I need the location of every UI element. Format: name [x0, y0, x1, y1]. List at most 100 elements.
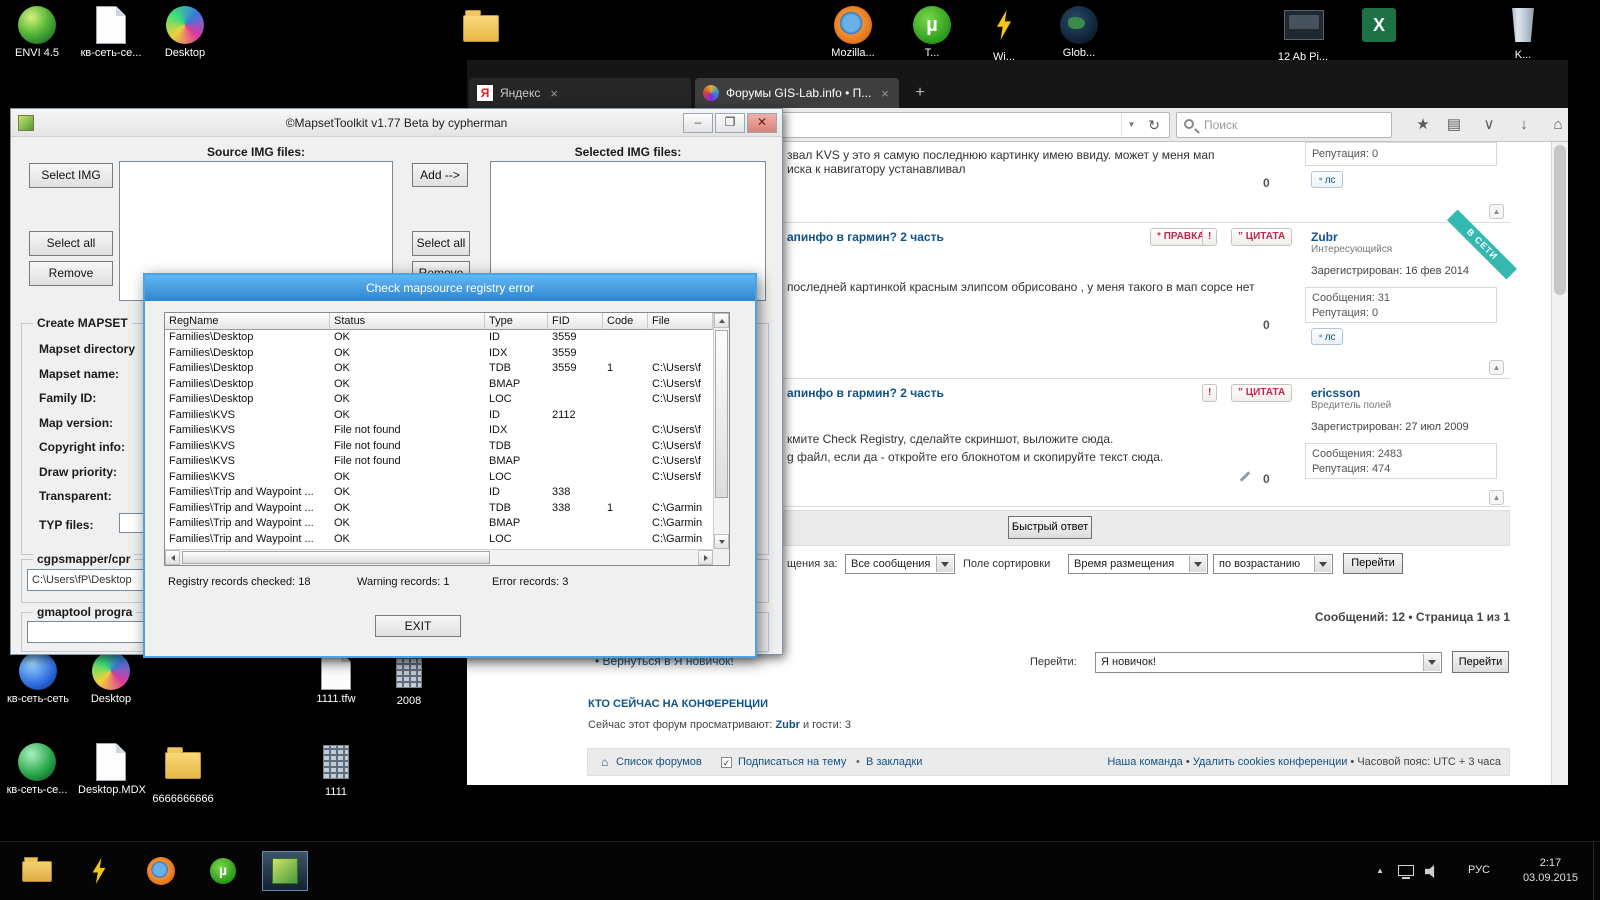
column-header[interactable]: Status [330, 313, 485, 330]
horizontal-scroll-thumb[interactable] [182, 551, 490, 564]
quick-reply-button[interactable]: Быстрый ответ [1008, 516, 1092, 539]
post2-username-link[interactable]: Zubr [1311, 230, 1338, 244]
close-button[interactable]: ✕ [747, 113, 777, 133]
show-desktop-button[interactable] [1593, 842, 1600, 900]
scroll-left-icon[interactable] [165, 550, 180, 565]
table-row[interactable]: Families\Trip and Waypoint ...OKID338 [165, 485, 713, 501]
jump-go-button[interactable]: Перейти [1452, 651, 1509, 673]
desktop-icon-winamp[interactable]: Wi... [971, 6, 1037, 63]
taskbar-winamp-button[interactable] [76, 851, 122, 891]
desktop-icon-mdx[interactable]: Desktop.MDX [78, 743, 144, 796]
desktop-icon-envi[interactable]: ENVI 4.5 [4, 6, 70, 59]
post2-pm-button[interactable]: ●лс [1311, 328, 1343, 345]
sort-display-select[interactable]: Все сообщения [845, 554, 955, 574]
desktop-icon-image[interactable]: 12 Ab Pi... [1270, 6, 1336, 63]
post3-username-link[interactable]: ericsson [1311, 386, 1360, 400]
post2-title-link[interactable]: апинфо в гармин? 2 часть [787, 230, 944, 244]
minimize-button[interactable]: – [683, 113, 713, 133]
vertical-scroll-thumb[interactable] [715, 330, 728, 498]
page-scrollbar[interactable] [1551, 142, 1568, 785]
tab-yandex[interactable]: Я Яндекс × [469, 78, 691, 108]
select-all-source-button[interactable]: Select all [29, 231, 113, 256]
volume-icon[interactable] [1425, 865, 1438, 878]
desktop-icon-tfw[interactable]: 1111.tfw [303, 652, 369, 705]
footer-forum-list-link[interactable]: Список форумов [616, 756, 702, 768]
tab-close-icon[interactable]: × [550, 86, 558, 101]
table-row[interactable]: Families\DesktopOKTDB35591C:\Users\f [165, 361, 713, 377]
history-dropdown-icon[interactable]: ▼ [1121, 114, 1141, 136]
table-vertical-scrollbar[interactable] [713, 313, 729, 549]
jump-select[interactable]: Я новичок! [1095, 652, 1442, 673]
tray-expand-icon[interactable]: ▲ [1376, 866, 1384, 875]
language-indicator[interactable]: РУС [1468, 864, 1490, 876]
bookmark-star-icon[interactable]: ★ [1411, 114, 1435, 136]
post1-pm-button[interactable]: ●лс [1311, 171, 1343, 188]
post2-report-button[interactable]: ! [1202, 228, 1217, 246]
bookmarks-panel-icon[interactable]: ▤ [1442, 114, 1466, 136]
search-input[interactable]: Поиск [1176, 112, 1392, 138]
taskbar-explorer-button[interactable] [14, 851, 60, 891]
dialog-title[interactable]: Check mapsource registry error [145, 275, 755, 301]
footer-bookmark-link[interactable]: В закладки [866, 756, 922, 768]
sort-order-select[interactable]: по возрастанию [1213, 554, 1333, 574]
table-row[interactable]: Families\KVSOKID2112 [165, 408, 713, 424]
scroll-right-icon[interactable] [698, 550, 713, 565]
maximize-button[interactable]: ❐ [715, 113, 745, 133]
post1-top-arrow[interactable]: ▲ [1489, 204, 1504, 219]
subscribe-checkbox[interactable]: ✓ [721, 757, 732, 768]
desktop-icon-firefox[interactable]: Mozilla... [820, 6, 886, 59]
desktop-icon-excel[interactable]: X [1346, 6, 1412, 61]
table-horizontal-scrollbar[interactable] [165, 549, 713, 565]
table-row[interactable]: Families\Trip and Waypoint ...OKLOCC:\Ga… [165, 532, 713, 548]
clock[interactable]: 2:17 03.09.2015 [1523, 856, 1578, 886]
table-row[interactable]: Families\KVSFile not foundTDBC:\Users\f [165, 439, 713, 455]
pocket-icon[interactable]: ∨ [1477, 114, 1501, 136]
add-button[interactable]: Add --> [412, 163, 468, 187]
exit-button[interactable]: EXIT [375, 615, 461, 637]
desktop-icon-kv-set-1[interactable]: кв-сеть-се... [78, 6, 144, 59]
scroll-down-icon[interactable] [714, 534, 729, 549]
scroll-up-icon[interactable] [714, 313, 729, 328]
table-row[interactable]: Families\DesktopOKID3559 [165, 330, 713, 346]
desktop-icon-1111[interactable]: 1111 [303, 743, 369, 798]
desktop-icon-kv-set-3[interactable]: кв-сеть-се... [4, 743, 70, 796]
desktop-icon-utorrent[interactable]: µ T... [899, 6, 965, 59]
footer-subscribe-link[interactable]: Подписаться на тему [738, 756, 846, 768]
post3-title-link[interactable]: апинфо в гармин? 2 часть [787, 386, 944, 400]
table-row[interactable]: Families\DesktopOKLOCC:\Users\f [165, 392, 713, 408]
table-row[interactable]: Families\KVSOKLOCC:\Users\f [165, 470, 713, 486]
desktop-icon-desktop-top[interactable]: Desktop [152, 6, 218, 59]
remove-source-button[interactable]: Remove [29, 261, 113, 286]
footer-cookies-link[interactable]: Удалить cookies конференции [1193, 756, 1348, 768]
network-icon[interactable] [1398, 865, 1414, 876]
home-icon[interactable]: ⌂ [1546, 114, 1570, 136]
post3-report-button[interactable]: ! [1202, 384, 1217, 402]
desktop-icon-recycle-bin[interactable]: K... [1490, 6, 1556, 61]
sort-go-button[interactable]: Перейти [1343, 553, 1403, 574]
column-header[interactable]: RegName [165, 313, 330, 330]
taskbar-mapsettoolkit-button[interactable] [262, 851, 308, 891]
select-all-selected-button[interactable]: Select all [412, 231, 470, 256]
desktop-icon-folder-6[interactable]: 6666666666 [150, 743, 216, 805]
scrollbar-thumb[interactable] [1554, 145, 1566, 295]
new-tab-button[interactable]: + [907, 80, 933, 106]
sort-field-select[interactable]: Время размещения [1068, 554, 1208, 574]
registry-table[interactable]: RegName Status Type FID Code File Famili… [164, 312, 730, 566]
desktop-icon-globe[interactable]: Glob... [1046, 6, 1112, 59]
table-row[interactable]: Families\DesktopOKBMAPC:\Users\f [165, 377, 713, 393]
post2-quote-button[interactable]: ” ЦИТАТА [1231, 228, 1292, 246]
taskbar-utorrent-button[interactable]: µ [200, 851, 246, 891]
table-row[interactable]: Families\KVSFile not foundBMAPC:\Users\f [165, 454, 713, 470]
desktop-icon-kv-set-2[interactable]: кв-сеть-сеть [5, 652, 71, 705]
footer-team-link[interactable]: Наша команда [1107, 756, 1182, 768]
desktop-icon-2008[interactable]: 2008 [376, 652, 442, 707]
tab-close-icon[interactable]: × [881, 86, 889, 101]
downloads-icon[interactable]: ↓ [1512, 114, 1536, 136]
mapsettoolkit-titlebar[interactable]: ©MapsetToolkit v1.77 Beta by cypherman –… [11, 109, 782, 137]
select-img-button[interactable]: Select IMG [29, 163, 113, 188]
column-header[interactable]: FID [548, 313, 603, 330]
reload-icon[interactable]: ↻ [1143, 114, 1165, 136]
table-row[interactable]: Families\Trip and Waypoint ...OKTDB3381C… [165, 501, 713, 517]
table-row[interactable]: Families\Trip and Waypoint ...OKBMAPC:\G… [165, 516, 713, 532]
table-row[interactable]: Families\DesktopOKIDX3559 [165, 346, 713, 362]
